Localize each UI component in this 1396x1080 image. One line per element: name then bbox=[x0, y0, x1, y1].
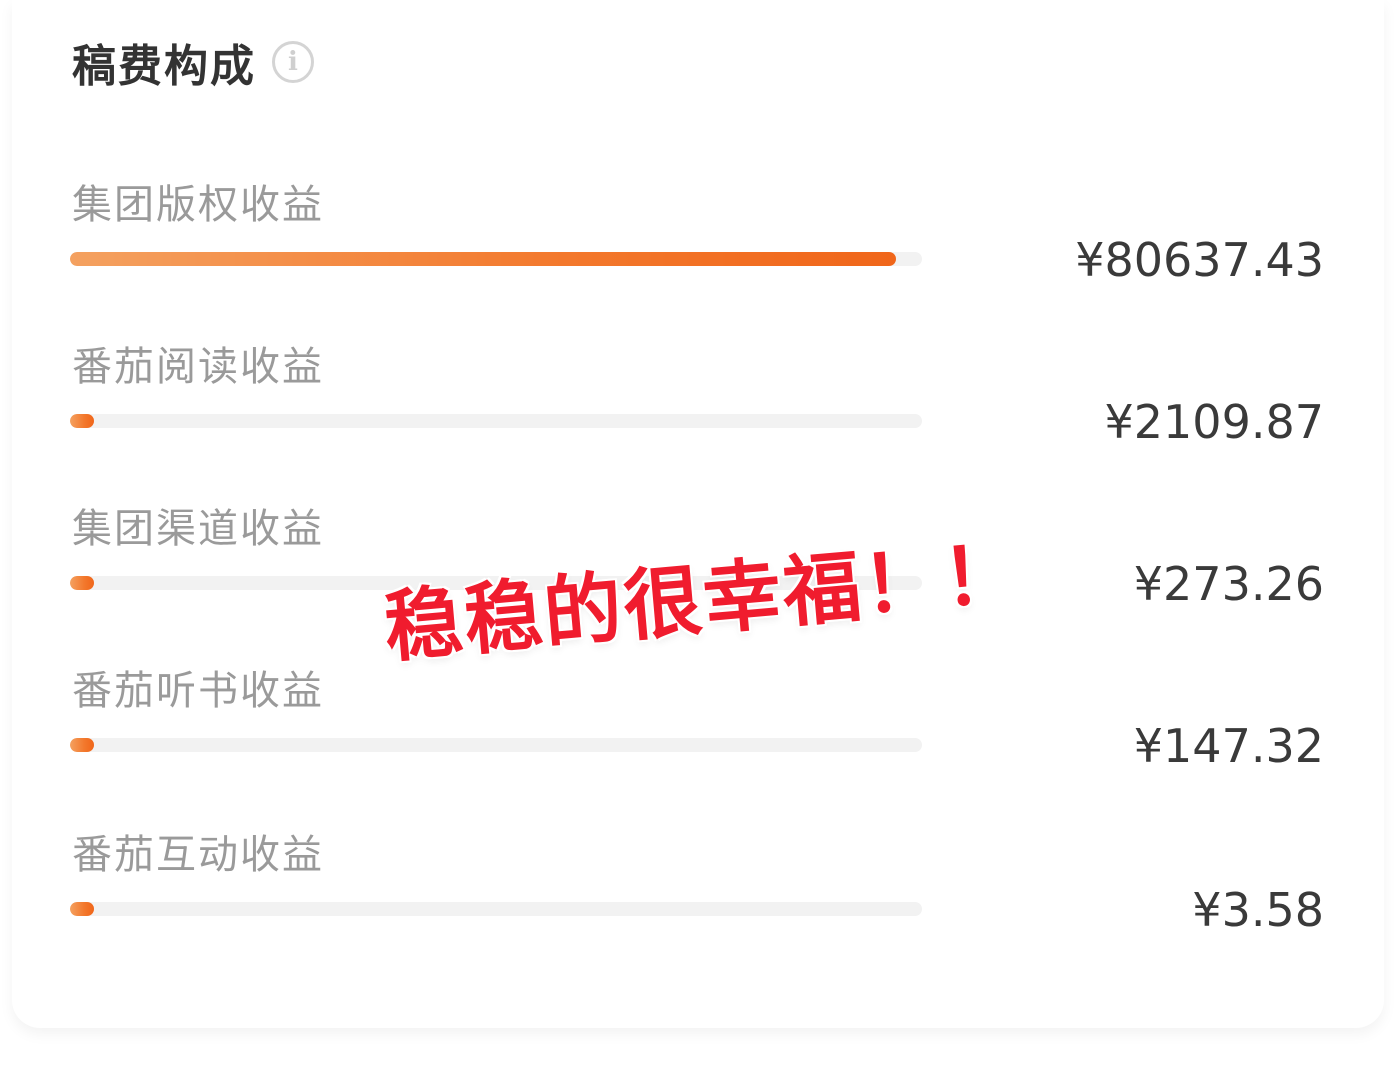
progress-fill bbox=[70, 252, 896, 266]
income-amount: ¥147.32 bbox=[1133, 719, 1324, 773]
income-label: 番茄互动收益 bbox=[72, 832, 324, 878]
progress-fill bbox=[70, 738, 94, 752]
card-header: 稿费构成 i bbox=[72, 32, 314, 92]
progress-track bbox=[70, 902, 922, 916]
progress-fill bbox=[70, 414, 94, 428]
income-label: 番茄阅读收益 bbox=[72, 344, 324, 390]
income-amount: ¥273.26 bbox=[1133, 557, 1324, 611]
income-label: 集团版权收益 bbox=[72, 182, 324, 228]
income-row-fanqie-interactive[interactable]: 番茄互动收益 ¥3.58 bbox=[0, 830, 1396, 960]
progress-track bbox=[70, 252, 922, 266]
income-row-fanqie-reading[interactable]: 番茄阅读收益 ¥2109.87 bbox=[0, 342, 1396, 472]
progress-track bbox=[70, 414, 922, 428]
income-row-group-copyright[interactable]: 集团版权收益 ¥80637.43 bbox=[0, 180, 1396, 310]
income-label: 集团渠道收益 bbox=[72, 506, 324, 552]
income-amount: ¥80637.43 bbox=[1075, 233, 1324, 287]
progress-fill bbox=[70, 902, 94, 916]
page-title: 稿费构成 bbox=[72, 41, 256, 92]
page: 稿费构成 i 集团版权收益 ¥80637.43 番茄阅读收益 ¥2109.87 … bbox=[0, 0, 1396, 1080]
income-row-fanqie-audio[interactable]: 番茄听书收益 ¥147.32 bbox=[0, 666, 1396, 796]
income-amount: ¥2109.87 bbox=[1104, 395, 1325, 449]
progress-fill bbox=[70, 576, 94, 590]
income-amount: ¥3.58 bbox=[1192, 883, 1324, 937]
info-icon[interactable]: i bbox=[272, 41, 314, 83]
progress-track bbox=[70, 738, 922, 752]
income-label: 番茄听书收益 bbox=[72, 668, 324, 714]
